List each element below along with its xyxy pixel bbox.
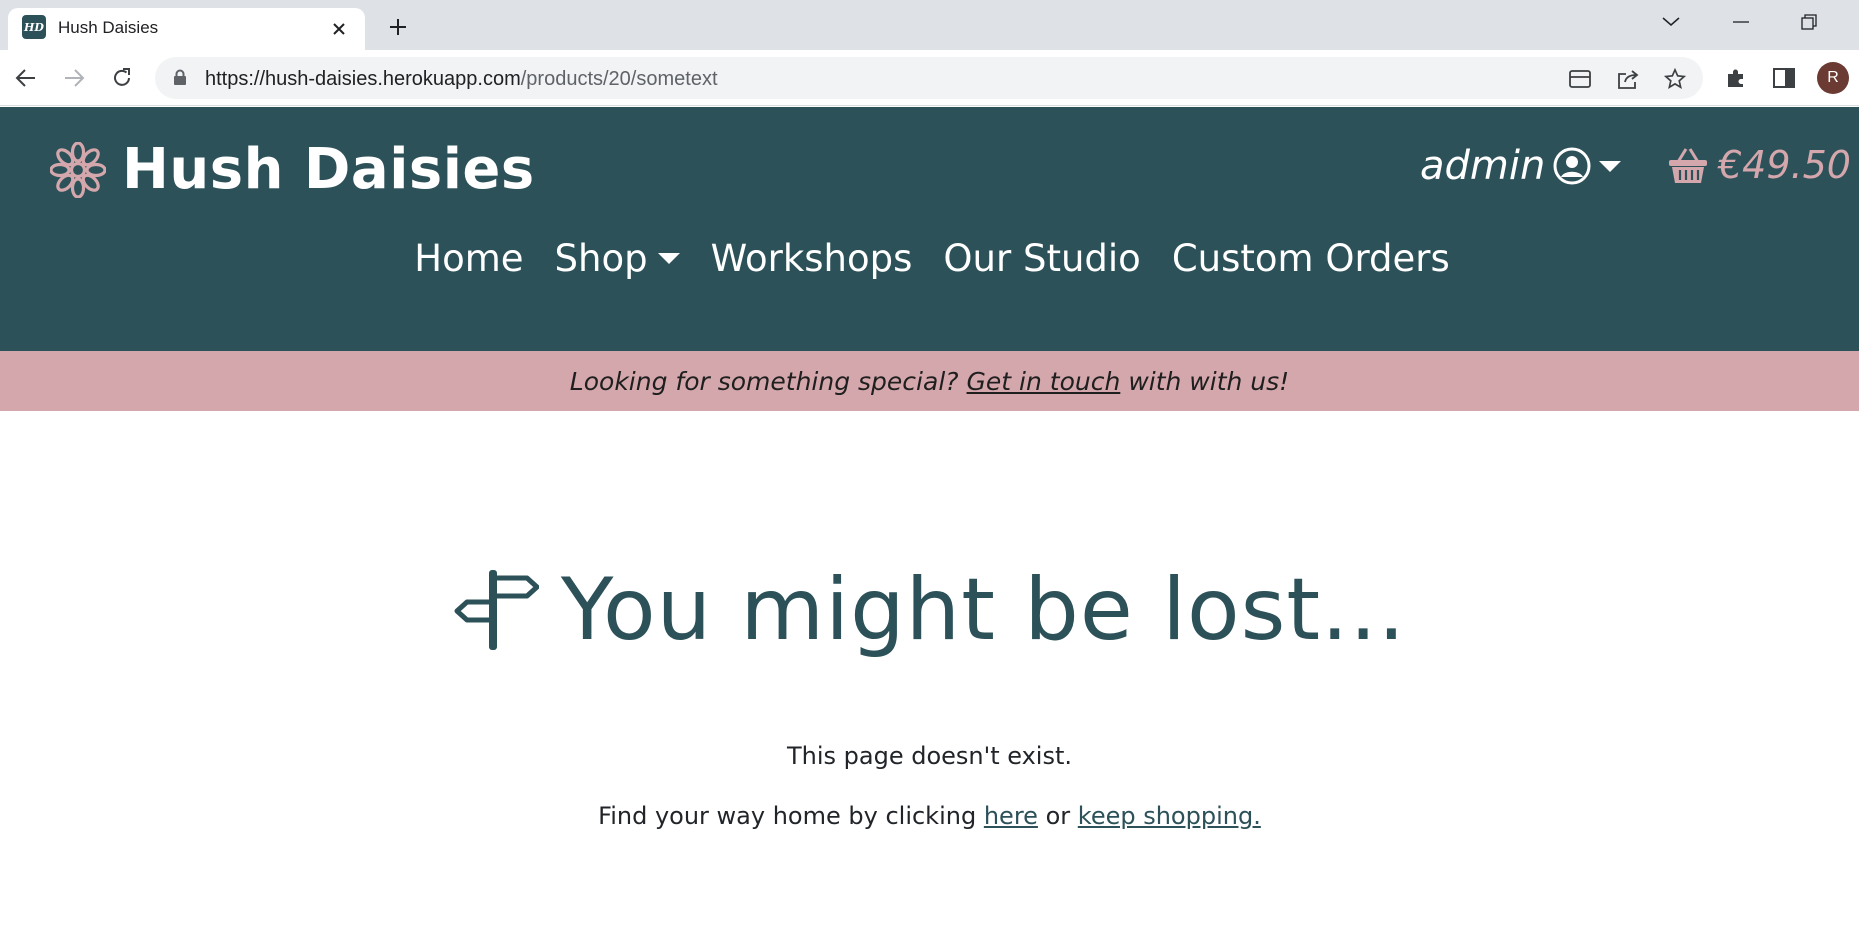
lost-heading: You might be lost... bbox=[0, 560, 1859, 660]
home-here-link[interactable]: here bbox=[984, 802, 1038, 830]
url-text[interactable]: https://hush-daisies.herokuapp.com/produ… bbox=[205, 68, 718, 91]
daisy-flower-icon bbox=[50, 141, 106, 198]
nav-custom-orders[interactable]: Custom Orders bbox=[1172, 237, 1450, 280]
nav-workshops[interactable]: Workshops bbox=[711, 237, 913, 280]
nav-shop-dropdown[interactable]: Shop bbox=[555, 237, 680, 280]
get-in-touch-link[interactable]: Get in touch bbox=[967, 367, 1121, 396]
browser-toolbar: https://hush-daisies.herokuapp.com/produ… bbox=[0, 50, 1859, 106]
reader-mode-icon[interactable] bbox=[1567, 66, 1593, 92]
shop-caret-icon bbox=[657, 253, 680, 264]
banner-prefix: Looking for something special? bbox=[569, 366, 959, 396]
profile-avatar[interactable]: R bbox=[1817, 62, 1849, 94]
reload-icon[interactable] bbox=[107, 63, 137, 93]
address-bar[interactable]: https://hush-daisies.herokuapp.com/produ… bbox=[155, 57, 1703, 99]
url-host: https://hush-daisies.herokuapp.com bbox=[205, 68, 521, 90]
url-path: /products/20/sometext bbox=[520, 68, 718, 90]
account-dropdown[interactable]: admin bbox=[1420, 143, 1622, 189]
new-tab-icon[interactable] bbox=[384, 13, 412, 41]
account-name: admin bbox=[1420, 143, 1546, 189]
not-exist-message: This page doesn't exist. bbox=[786, 742, 1073, 770]
basket-icon bbox=[1669, 148, 1707, 183]
signpost-icon bbox=[454, 570, 539, 650]
browser-tab[interactable]: HD Hush Daisies bbox=[8, 8, 365, 50]
site-favicon-icon: HD bbox=[22, 15, 46, 39]
forward-icon[interactable] bbox=[59, 63, 89, 93]
minimize-icon[interactable] bbox=[1726, 10, 1756, 34]
tab-search-chevron-icon[interactable] bbox=[1656, 10, 1686, 34]
nav-shop-label: Shop bbox=[554, 237, 648, 280]
restore-icon[interactable] bbox=[1794, 10, 1824, 34]
main-nav: Home Shop Workshops Our Studio Custom Or… bbox=[0, 237, 1859, 280]
share-icon[interactable] bbox=[1615, 66, 1641, 92]
shopping-basket-link[interactable]: €49.50 bbox=[1668, 143, 1851, 187]
brand-name: Hush Daisies bbox=[122, 137, 535, 202]
nav-our-studio[interactable]: Our Studio bbox=[943, 237, 1140, 280]
side-panel-icon[interactable] bbox=[1769, 63, 1799, 93]
close-tab-icon[interactable] bbox=[328, 18, 350, 40]
nav-home[interactable]: Home bbox=[414, 237, 523, 280]
brand-logo-link[interactable]: Hush Daisies bbox=[50, 137, 535, 202]
promo-banner: Looking for something special? Get in to… bbox=[0, 351, 1859, 411]
account-caret-icon bbox=[1599, 160, 1622, 172]
browser-tabstrip: HD Hush Daisies bbox=[0, 0, 1859, 50]
tab-title: Hush Daisies bbox=[58, 18, 159, 37]
extensions-puzzle-icon[interactable] bbox=[1721, 63, 1751, 93]
find-way-prefix: Find your way home by clicking bbox=[598, 802, 977, 830]
or-text: or bbox=[1045, 802, 1071, 830]
find-way-home-message: Find your way home by clicking here or k… bbox=[0, 802, 1859, 830]
page-title: You might be lost... bbox=[560, 560, 1407, 660]
keep-shopping-link[interactable]: keep shopping. bbox=[1078, 802, 1261, 830]
site-header: Hush Daisies admin €49.50 Home Shop Work… bbox=[0, 107, 1859, 351]
basket-total: €49.50 bbox=[1718, 143, 1851, 187]
bookmark-star-icon[interactable] bbox=[1662, 66, 1688, 92]
user-circle-icon bbox=[1553, 147, 1591, 185]
banner-suffix: with with us! bbox=[1128, 366, 1290, 396]
back-icon[interactable] bbox=[11, 63, 41, 93]
lock-icon[interactable] bbox=[173, 69, 187, 91]
